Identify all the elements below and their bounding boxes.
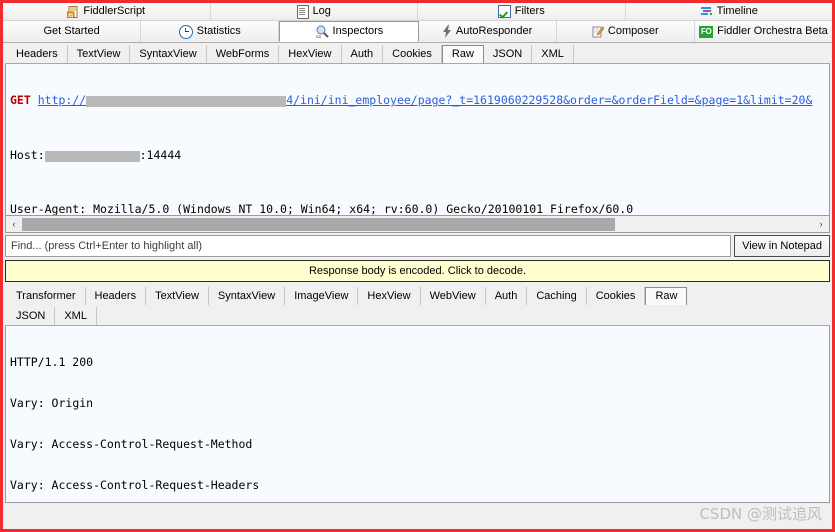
response-tab-imageview[interactable]: ImageView (285, 287, 359, 305)
request-find-bar: Find... (press Ctrl+Enter to highlight a… (5, 235, 830, 257)
toolbar-tab-timeline[interactable]: Timeline (625, 3, 832, 20)
response-tab-transformer[interactable]: Transformer (7, 287, 86, 305)
svg-text:JS: JS (68, 13, 75, 18)
request-inspector: Headers TextView SyntaxView WebForms Hex… (3, 43, 832, 257)
request-tab-headers[interactable]: Headers (7, 45, 68, 63)
response-tab-raw[interactable]: Raw (645, 287, 688, 305)
response-tab-textview[interactable]: TextView (146, 287, 209, 305)
fiddlerscript-icon: JS (66, 5, 79, 19)
request-method: GET (10, 93, 31, 108)
filters-checkbox-icon (497, 5, 511, 18)
request-tab-xml[interactable]: XML (532, 45, 574, 63)
inspectors-magnifier-icon (315, 25, 329, 38)
response-tab-auth[interactable]: Auth (486, 287, 528, 305)
response-tab-strip-filler (687, 287, 830, 305)
scrollbar-thumb[interactable] (22, 217, 616, 231)
response-tab-strip-row2: JSON XML (5, 305, 830, 326)
fiddler-window: JS FiddlerScript Log Filters Timeline Ge… (0, 0, 835, 532)
toolbar-tab-fiddler-orchestra[interactable]: FO Fiddler Orchestra Beta (694, 21, 832, 42)
toolbar-tab-label: FiddlerScript (83, 5, 146, 17)
toolbar-tab-fiddlerscript[interactable]: JS FiddlerScript (3, 3, 211, 20)
response-raw-textarea[interactable]: HTTP/1.1 200 Vary: Origin Vary: Access-C… (5, 326, 830, 503)
toolbar-tab-autoresponder[interactable]: AutoResponder (418, 21, 557, 42)
request-header-host: Host: :14444 (10, 147, 182, 162)
response-tab-hexview[interactable]: HexView (358, 287, 421, 305)
request-tab-json[interactable]: JSON (484, 45, 533, 63)
toolbar-tab-label: Log (312, 5, 331, 17)
scroll-left-arrow-icon[interactable]: ‹ (6, 216, 22, 232)
watermark: CSDN @测试追风 (699, 505, 822, 523)
toolbar-row-primary: JS FiddlerScript Log Filters Timeline (3, 3, 832, 21)
toolbar-tab-get-started[interactable]: Get Started (3, 21, 142, 42)
request-tab-strip-filler (574, 45, 830, 63)
composer-pencil-icon (592, 26, 605, 38)
request-horizontal-scrollbar[interactable]: ‹ › (5, 216, 830, 233)
request-header-user-agent: User-Agent: Mozilla/5.0 (Windows NT 10.0… (10, 201, 634, 216)
toolbar-tab-label: Filters (514, 5, 545, 17)
toolbar-tab-label: Composer (607, 25, 659, 37)
request-tab-raw[interactable]: Raw (441, 45, 484, 63)
toolbar-tab-inspectors[interactable]: Inspectors (279, 21, 419, 42)
find-input[interactable]: Find... (press Ctrl+Enter to highlight a… (5, 235, 732, 257)
response-inspector: Response body is encoded. Click to decod… (3, 260, 832, 503)
fiddler-orchestra-icon: FO (699, 25, 714, 38)
response-tab-strip-row1: Transformer Headers TextView SyntaxView … (5, 284, 830, 305)
response-header-vary-method: Vary: Access-Control-Request-Method (10, 436, 253, 451)
request-tab-hexview[interactable]: HexView (279, 45, 342, 63)
request-tab-webforms[interactable]: WebForms (207, 45, 280, 63)
request-tab-textview[interactable]: TextView (68, 45, 131, 63)
toolbar-tab-label: Timeline (716, 5, 758, 17)
response-tab-caching[interactable]: Caching (527, 287, 587, 305)
timeline-icon (700, 6, 713, 17)
toolbar-tab-statistics[interactable]: Statistics (141, 21, 280, 42)
view-in-notepad-button[interactable]: View in Notepad (734, 235, 830, 257)
response-tab-cookies[interactable]: Cookies (587, 287, 646, 305)
scroll-right-arrow-icon[interactable]: › (813, 216, 829, 232)
toolbar-tab-label: Fiddler Orchestra Beta (717, 25, 828, 37)
request-tab-syntaxview[interactable]: SyntaxView (130, 45, 207, 63)
response-tab-headers[interactable]: Headers (86, 287, 147, 305)
response-tab-syntaxview[interactable]: SyntaxView (209, 287, 286, 305)
response-tab-xml[interactable]: XML (55, 307, 97, 325)
response-tab-webview[interactable]: WebView (421, 287, 486, 305)
response-tab-json[interactable]: JSON (7, 307, 56, 325)
statistics-icon (178, 24, 193, 39)
request-line-requestline: GET http:// 4/ini/ini_employee/page?_t=1… (10, 93, 829, 108)
toolbar-tab-label: Statistics (196, 25, 241, 37)
redacted-host (86, 96, 287, 108)
response-tab-strip-filler-2 (97, 307, 830, 325)
toolbar-tab-label: AutoResponder (455, 25, 533, 37)
request-tab-cookies[interactable]: Cookies (383, 45, 442, 63)
autoresponder-bolt-icon (442, 25, 452, 38)
decode-banner[interactable]: Response body is encoded. Click to decod… (5, 260, 830, 282)
response-header-vary-headers: Vary: Access-Control-Request-Headers (10, 477, 260, 492)
request-tab-auth[interactable]: Auth (342, 45, 384, 63)
toolbar-row-secondary: Get Started Statistics Inspectors AutoRe… (3, 21, 832, 43)
toolbar-tab-log[interactable]: Log (210, 3, 418, 20)
toolbar-tab-filters[interactable]: Filters (418, 3, 626, 20)
log-icon (296, 4, 309, 19)
toolbar-tab-composer[interactable]: Composer (556, 21, 695, 42)
toolbar-tab-label: Get Started (43, 25, 100, 37)
redacted-host (44, 150, 140, 162)
response-header-vary-origin: Vary: Origin (10, 395, 94, 410)
response-status-line: HTTP/1.1 200 (10, 355, 94, 370)
request-url: http:// 4/ini/ini_employee/page?_t=16190… (37, 93, 813, 108)
toolbar-tab-label: Inspectors (332, 25, 384, 37)
request-raw-textarea[interactable]: GET http:// 4/ini/ini_employee/page?_t=1… (5, 64, 830, 216)
scrollbar-track[interactable] (22, 216, 813, 232)
request-tab-strip: Headers TextView SyntaxView WebForms Hex… (5, 43, 830, 64)
